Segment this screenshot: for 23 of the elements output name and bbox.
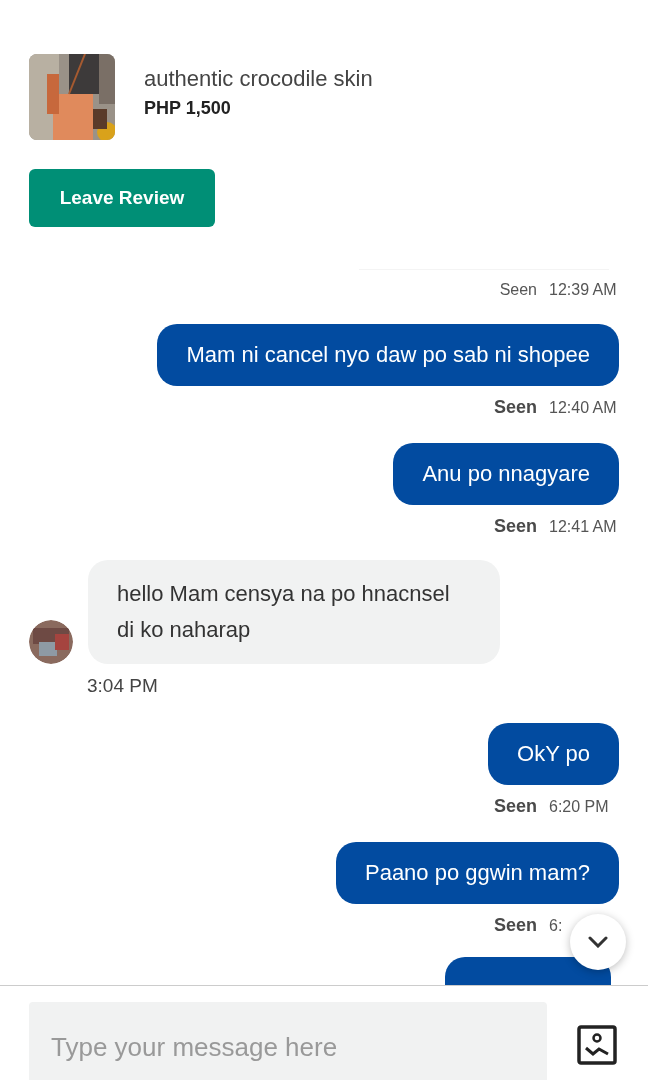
image-icon[interactable] (577, 1025, 617, 1065)
scroll-down-button[interactable] (570, 914, 626, 970)
message-time: 12:41 AM (549, 517, 617, 537)
product-price: PHP 1,500 (144, 97, 232, 120)
seen-label: Seen (493, 913, 537, 937)
message-time: 12:40 AM (549, 398, 617, 418)
seen-label: Seen (493, 396, 537, 419)
message-time: 3:04 PM (87, 674, 159, 698)
sent-message: Anu po nnagyare (393, 443, 619, 505)
product-name: authentic crocodile skin (144, 65, 373, 93)
received-message: hello Mam censya na po hnacnsel di ko naharap (88, 560, 500, 664)
seen-label: Seen (493, 515, 537, 538)
message-input-field[interactable]: Type your message here (29, 1002, 547, 1080)
leave-review-button[interactable]: Leave Review (29, 169, 215, 227)
chevron-down-icon (588, 936, 608, 948)
sent-message: OkY po (488, 722, 619, 785)
message-time: 6: (549, 915, 563, 936)
message-time: 6:20 PM (549, 796, 609, 817)
sent-message: Paano po ggwin mam? (335, 841, 619, 904)
seen-label: Seen (493, 794, 537, 818)
message-time: 12:39 AM (549, 280, 617, 300)
seen-label: Seen (499, 280, 537, 300)
sent-message: Mam ni cancel nyo daw po sab ni shopee (157, 324, 619, 386)
